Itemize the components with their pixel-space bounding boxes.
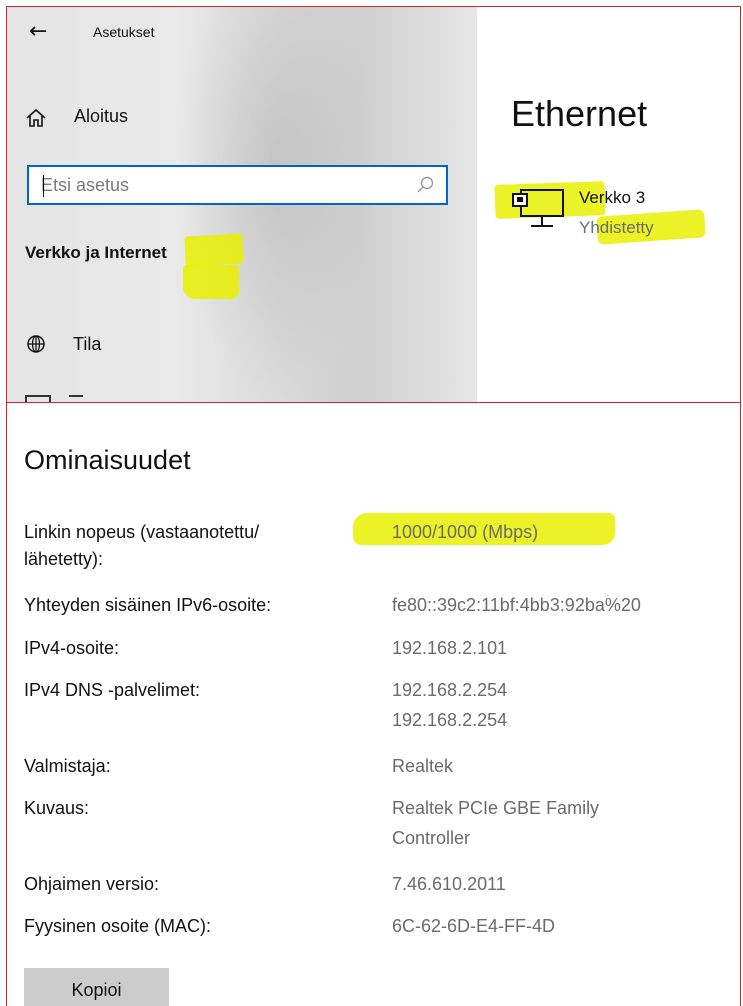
property-value: 7.46.610.2011	[392, 874, 506, 894]
search-box[interactable]	[27, 165, 448, 205]
network-name: Verkko 3	[579, 188, 646, 207]
network-status: Yhdistetty	[579, 218, 654, 237]
properties-panel: Ominaisuudet Linkin nopeus (vastaanotett…	[6, 402, 741, 1006]
search-input[interactable]	[41, 174, 401, 196]
section-heading: Verkko ja Internet	[25, 243, 167, 262]
property-value: 192.168.2.254	[392, 710, 508, 730]
property-value: Controller	[392, 828, 471, 848]
highlight-mark	[184, 233, 244, 267]
property-label: Kuvaus:	[24, 798, 90, 818]
page-title: Ethernet	[511, 93, 648, 134]
property-label: Ohjaimen versio:	[24, 874, 160, 894]
sidebar-item-label: Tila	[73, 334, 102, 354]
property-value: 192.168.2.254	[392, 680, 508, 700]
sidebar-item-home[interactable]: Aloitus	[25, 105, 225, 131]
property-value: fe80::39c2:11bf:4bb3:92ba%20	[392, 595, 641, 615]
globe-icon	[25, 333, 47, 360]
sidebar: ← Asetukset Aloitus Verkko ja I	[7, 7, 477, 402]
copy-button[interactable]: Kopioi	[24, 968, 169, 1006]
property-value: Realtek	[392, 756, 454, 776]
sidebar-item-tila[interactable]: Tila	[25, 331, 225, 359]
property-value: 192.168.2.101	[392, 638, 508, 658]
property-value: 1000/1000 (Mbps)	[392, 522, 539, 542]
settings-window: ← Asetukset Aloitus Verkko ja I	[6, 6, 741, 402]
app-title: Asetukset	[93, 24, 155, 40]
text-caret	[43, 175, 44, 197]
sidebar-item-peek-text	[69, 395, 83, 402]
property-label: Valmistaja:	[24, 756, 111, 776]
property-label: lähetetty):	[24, 549, 104, 569]
home-icon	[25, 107, 47, 134]
property-label: IPv4-osoite:	[24, 638, 120, 658]
property-value: 6C-62-6D-E4-FF-4D	[392, 916, 556, 936]
property-label: Yhteyden sisäinen IPv6-osoite:	[24, 595, 272, 615]
search-icon[interactable]	[416, 176, 434, 199]
network-item[interactable]: Verkko 3 Yhdistetty	[511, 182, 731, 242]
properties-title: Ominaisuudet	[24, 445, 191, 475]
property-label: Fyysinen osoite (MAC):	[24, 916, 212, 936]
ethernet-monitor-icon	[511, 186, 565, 237]
main-content: Ethernet Verkko 3 Yhdistetty	[477, 7, 740, 402]
sidebar-item-label: Aloitus	[74, 106, 129, 126]
back-arrow-icon[interactable]: ←	[29, 21, 47, 43]
property-value: Realtek PCIe GBE Family	[392, 798, 600, 818]
property-label: Linkin nopeus (vastaanotettu/	[24, 522, 260, 542]
sidebar-item-peek-icon	[25, 395, 51, 402]
highlight-mark	[183, 265, 239, 299]
property-label: IPv4 DNS -palvelimet:	[24, 680, 201, 700]
